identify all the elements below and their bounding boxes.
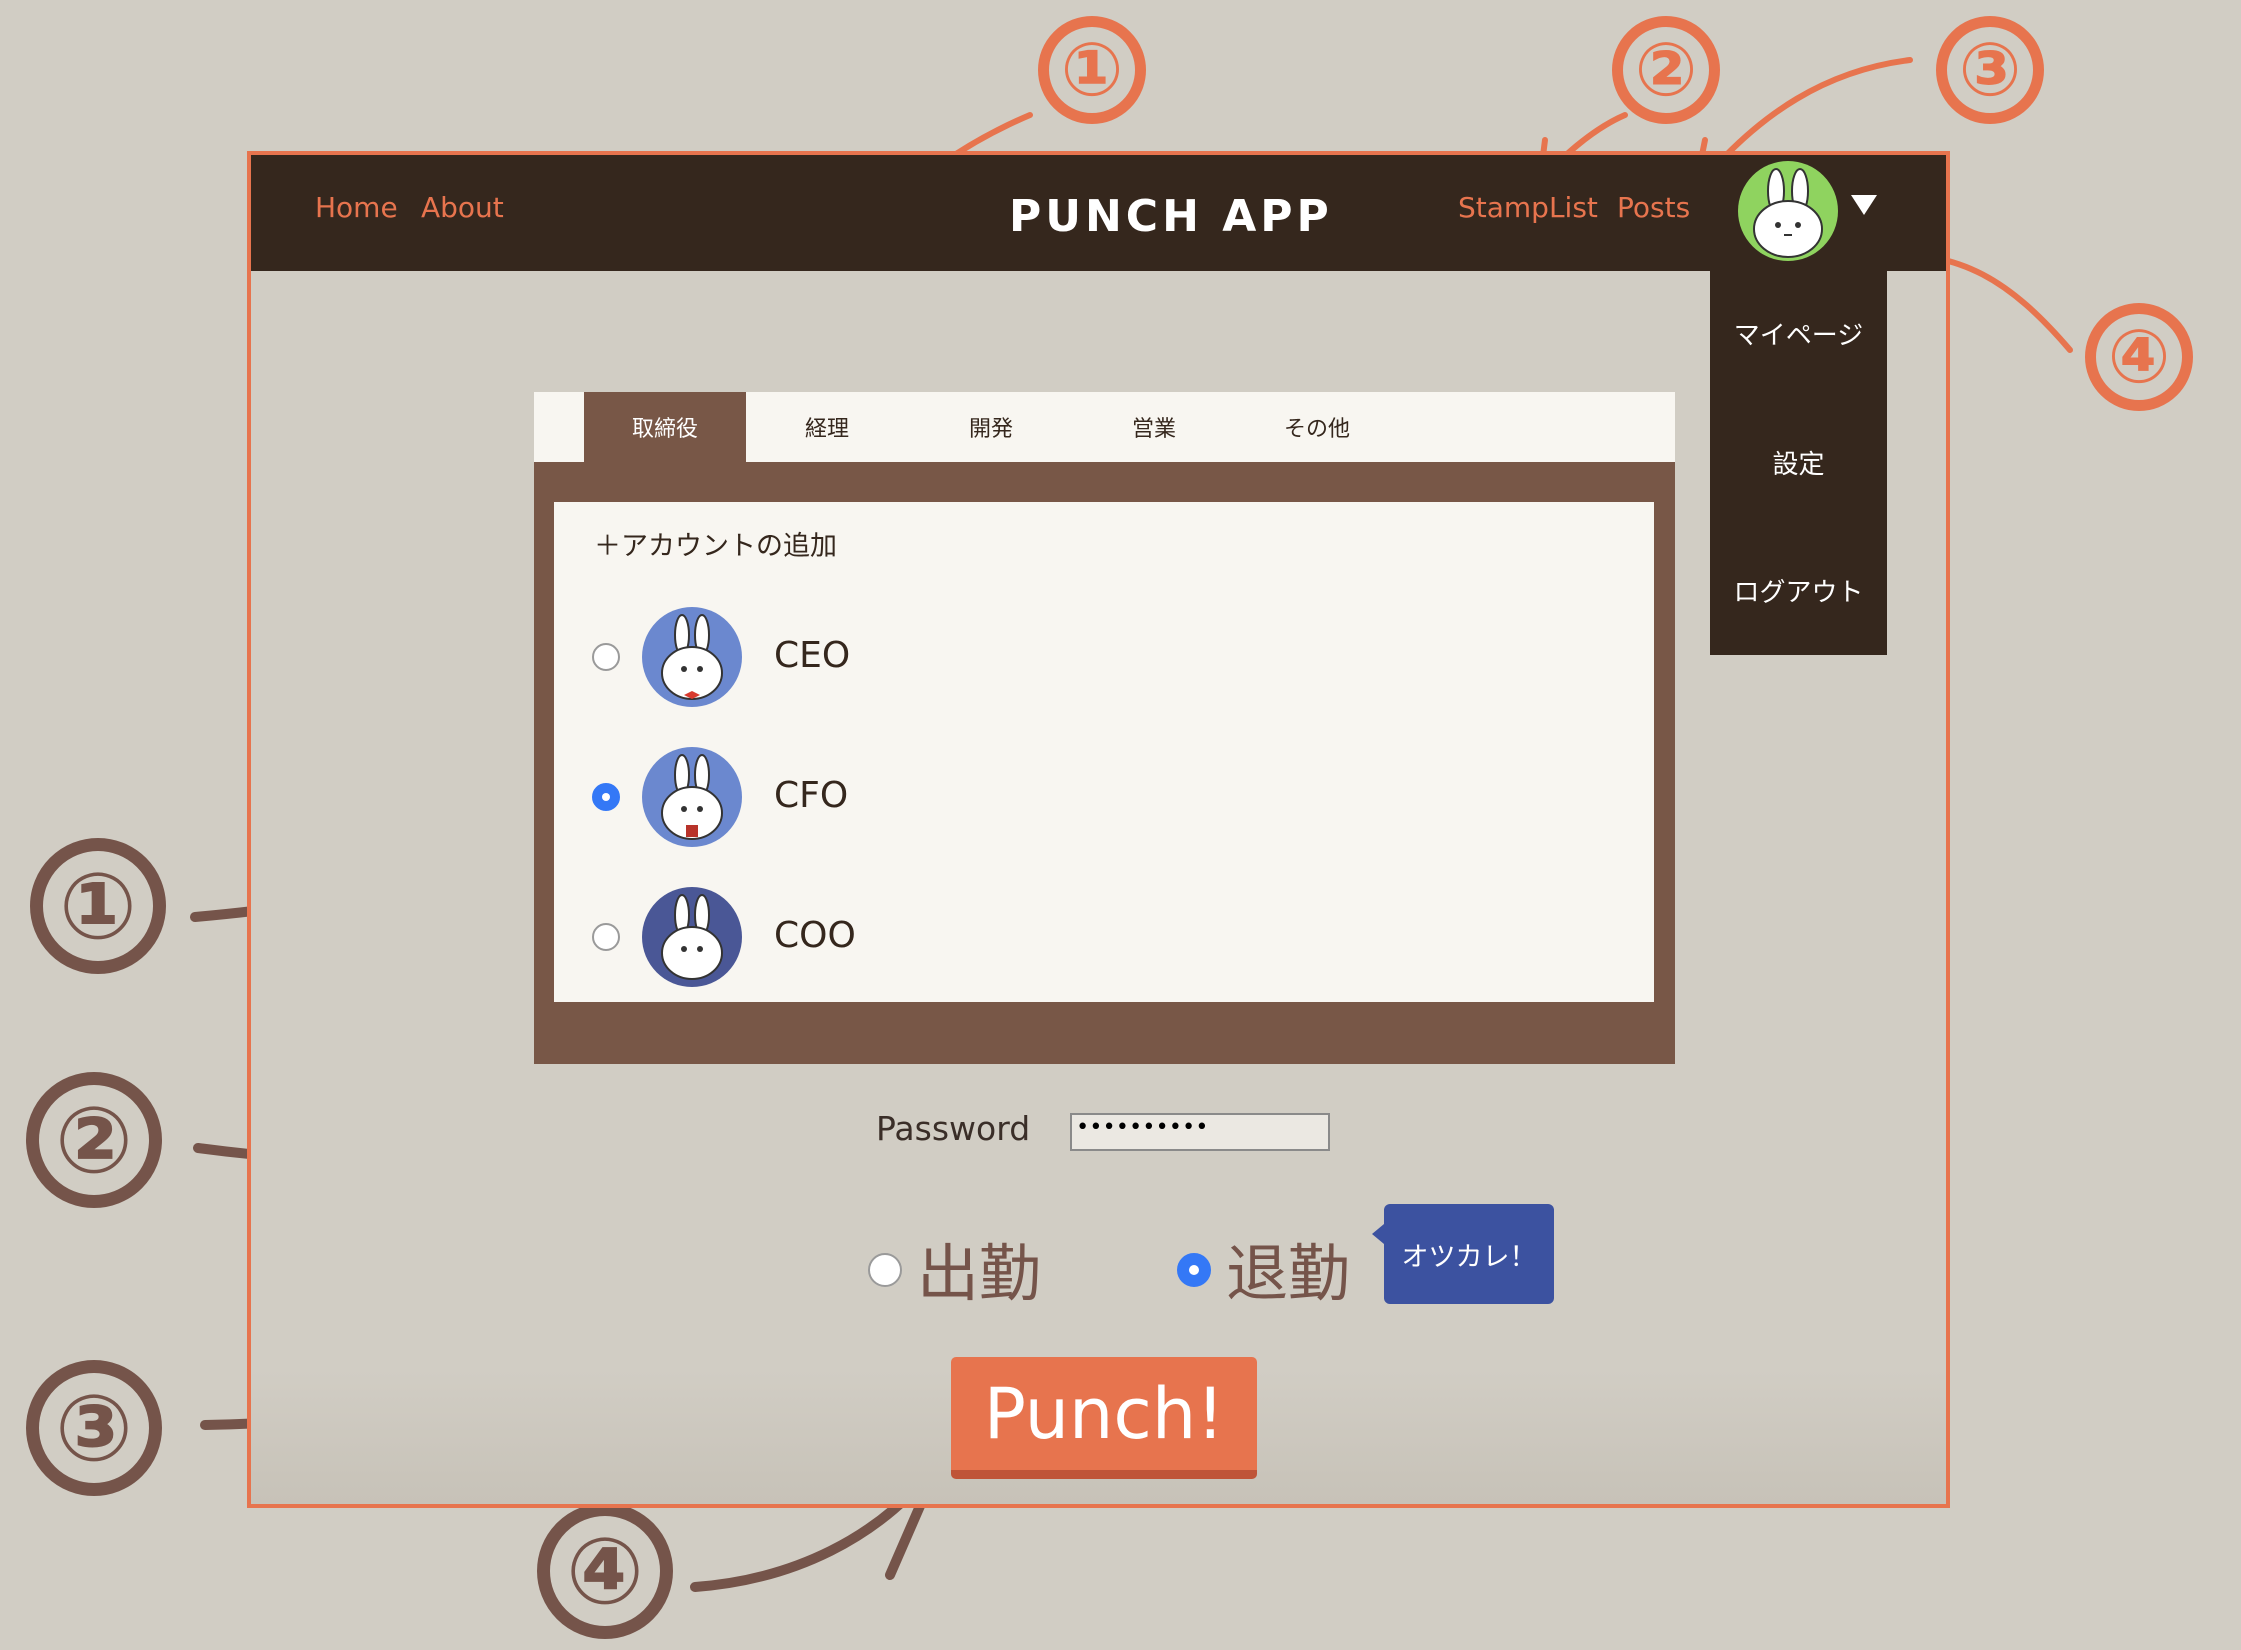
user-dropdown-menu: マイページ 設定 ログアウト <box>1710 271 1887 655</box>
clock-out-tooltip: オツカレ！ <box>1372 1204 1554 1304</box>
user-avatar-rabbit-icon <box>1753 168 1823 258</box>
rabbit-ceo-icon <box>661 614 723 700</box>
annotation-top-4: ④ <box>2085 303 2193 411</box>
screenshot-stage: ① ② ③ ④ ① ② ③ ④ Home About PUNCH APP Sta… <box>0 0 2241 1650</box>
account-name-cfo: CFO <box>774 775 849 816</box>
tab-other[interactable]: その他 <box>1236 392 1398 462</box>
nav-stamplist-link[interactable]: StampList <box>1458 191 1598 224</box>
annotation-left-4: ④ <box>537 1503 673 1639</box>
account-radio-cfo[interactable] <box>592 783 620 811</box>
user-avatar-button[interactable] <box>1738 161 1838 261</box>
annotation-top-2: ② <box>1612 16 1720 124</box>
annotation-left-3: ③ <box>26 1360 162 1496</box>
password-label: Password <box>876 1109 1031 1148</box>
nav-home-link[interactable]: Home <box>315 191 398 224</box>
clock-out-radio[interactable] <box>1177 1253 1211 1287</box>
tab-strip: 取締役 経理 開発 営業 その他 <box>534 392 1675 462</box>
tab-sales[interactable]: 営業 <box>1073 392 1235 462</box>
punch-button[interactable]: Punch! <box>951 1357 1257 1479</box>
account-name-coo: COO <box>774 915 856 956</box>
annotation-top-3: ③ <box>1936 16 2044 124</box>
annotation-left-2: ② <box>26 1072 162 1208</box>
add-account-link[interactable]: ＋アカウントの追加 <box>594 524 837 563</box>
nav-about-link[interactable]: About <box>421 191 504 224</box>
brand-logo[interactable]: PUNCH APP <box>1009 191 1333 242</box>
clock-out-label[interactable]: 退勤 <box>1226 1223 1350 1313</box>
account-list: ＋アカウントの追加 CEO CFO COO <box>554 502 1654 1002</box>
menu-item-logout[interactable]: ログアウト <box>1710 572 1887 609</box>
annotation-top-1: ① <box>1038 16 1146 124</box>
clock-in-label[interactable]: 出勤 <box>917 1223 1041 1313</box>
menu-item-settings[interactable]: 設定 <box>1710 444 1887 481</box>
menu-item-mypage[interactable]: マイページ <box>1710 315 1887 352</box>
account-avatar-cfo <box>642 747 742 847</box>
account-avatar-coo <box>642 887 742 987</box>
nav-posts-link[interactable]: Posts <box>1617 191 1690 224</box>
rabbit-coo-icon <box>661 894 723 980</box>
account-avatar-ceo <box>642 607 742 707</box>
app-window: Home About PUNCH APP StampList Posts マイペ… <box>247 151 1950 1508</box>
tab-development[interactable]: 開発 <box>910 392 1072 462</box>
account-row[interactable]: CEO <box>554 602 1654 712</box>
account-row[interactable]: CFO <box>554 742 1654 852</box>
department-panel: 取締役 経理 開発 営業 その他 ＋アカウントの追加 CEO CFO COO <box>534 392 1675 1064</box>
account-name-ceo: CEO <box>774 635 851 676</box>
annotation-left-1: ① <box>30 838 166 974</box>
tab-executives[interactable]: 取締役 <box>584 392 746 462</box>
rabbit-cfo-icon <box>661 754 723 840</box>
password-field[interactable]: •••••••••• <box>1070 1113 1330 1151</box>
tab-accounting[interactable]: 経理 <box>746 392 908 462</box>
user-menu-caret-icon[interactable] <box>1851 195 1877 215</box>
account-row[interactable]: COO <box>554 882 1654 992</box>
clock-in-radio[interactable] <box>868 1253 902 1287</box>
navbar: Home About PUNCH APP StampList Posts <box>251 155 1946 271</box>
account-radio-coo[interactable] <box>592 923 620 951</box>
account-radio-ceo[interactable] <box>592 643 620 671</box>
